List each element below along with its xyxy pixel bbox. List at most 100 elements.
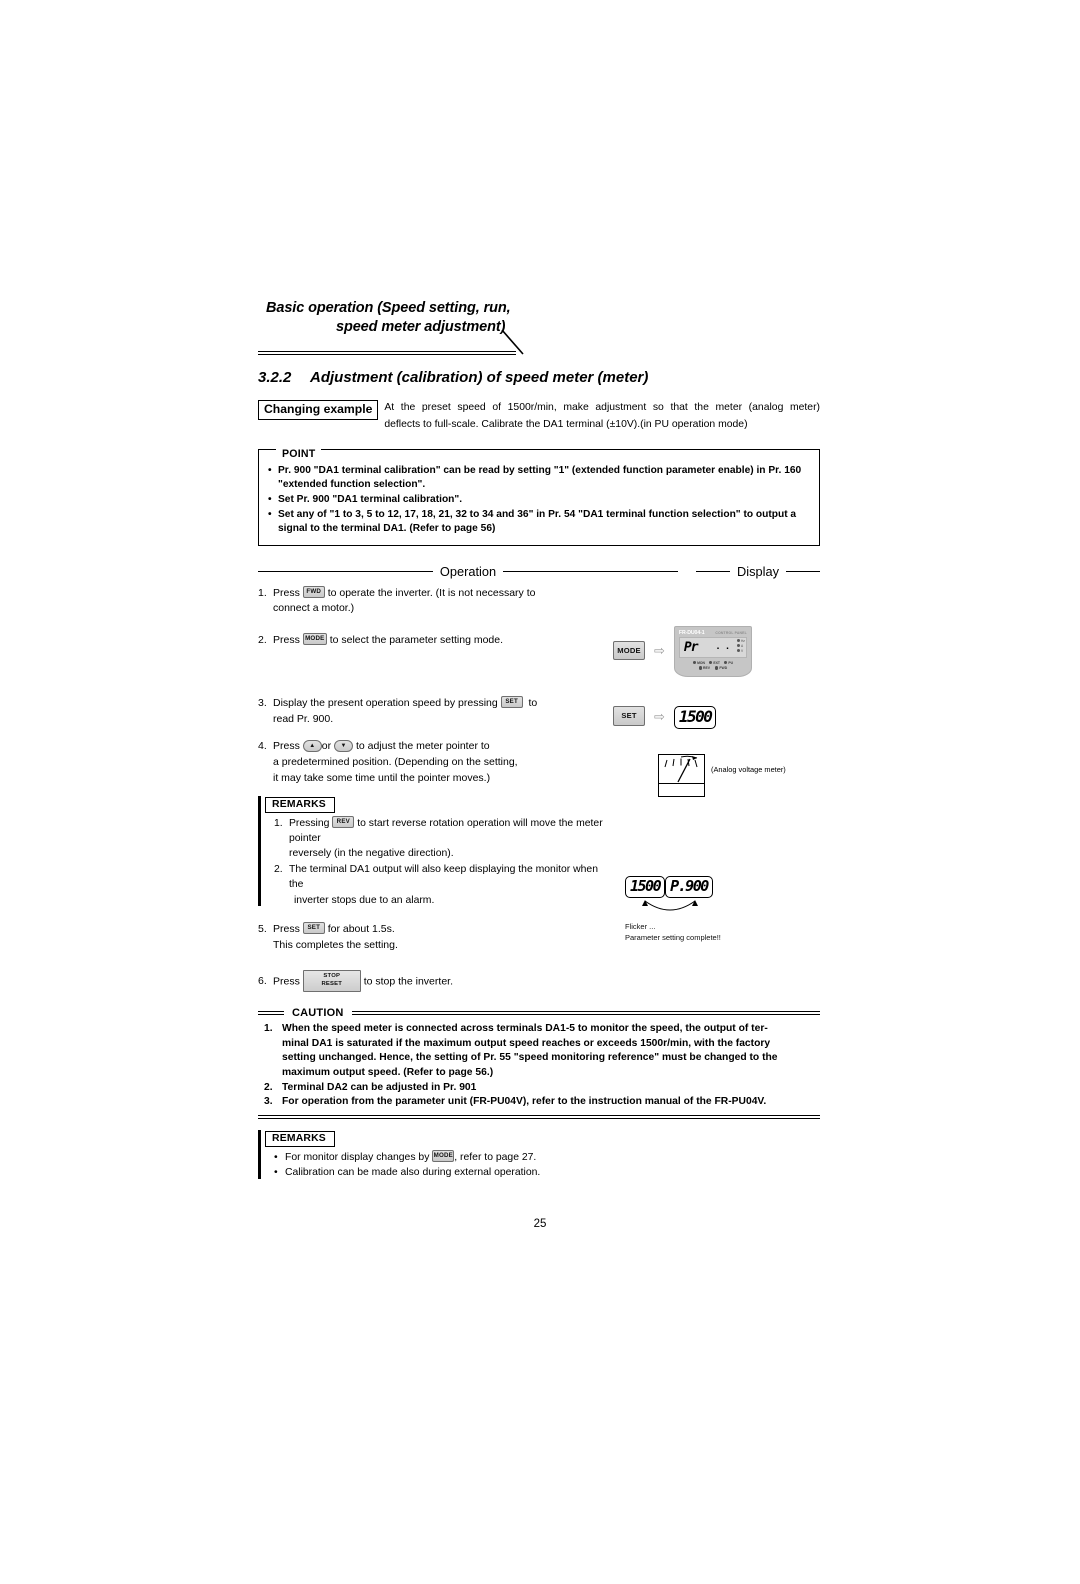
analog-meter-caption: (Analog voltage meter) <box>711 764 786 774</box>
led-dot-icon <box>698 666 703 670</box>
step-2-pre: Press <box>273 634 300 647</box>
reset-label: RESET <box>321 980 343 987</box>
caution-item-1-line-3: setting unchanged. Hence, the setting of… <box>282 1052 778 1064</box>
caution-item-3: 3. For operation from the parameter unit… <box>258 1095 820 1110</box>
step-6-pre: Press <box>273 976 300 989</box>
step-2-number: 2. <box>258 634 267 647</box>
step-6: 6. Press STOP RESET to stop the inverter. <box>258 970 613 993</box>
step-1-number: 1. <box>258 586 267 599</box>
remarks-middle-item-2: 2. The terminal DA1 output will also kee… <box>265 862 613 893</box>
caution-block: CAUTION 1. When the speed meter is conne… <box>258 1007 820 1119</box>
remarks-middle-item-1-line2-text: reversely (in the negative direction). <box>289 848 454 860</box>
caution-bottom-rule <box>258 1114 820 1119</box>
step-3-post: to <box>528 696 538 709</box>
step-5-pre: Press <box>273 922 300 935</box>
section-title-text: Adjustment (calibration) of speed meter … <box>310 369 649 386</box>
remarks-bottom-item-2-text: Calibration can be made also during exte… <box>285 1167 541 1179</box>
remarks-middle-item-2-line2: inverter stops due to an alarm. <box>265 893 613 908</box>
panel-brand-label: FR-DU04-1 <box>679 630 705 636</box>
flicker-line-1: Flicker ... <box>625 921 656 931</box>
rev-key[interactable]: REV <box>332 815 355 828</box>
caution-item-1-line-2: minal DA1 is saturated if the maximum ou… <box>282 1037 771 1049</box>
display-step-4: (Analog voltage meter) <box>658 753 786 797</box>
remarks-bottom-item-1-pre: For monitor display changes by <box>285 1151 430 1163</box>
panel-brand: FR-DU04- <box>678 629 702 636</box>
up-arrow-key[interactable]: ▲ <box>302 739 322 752</box>
caution-item-3-number: 3. <box>264 1096 273 1108</box>
led-fwd-label: FWD <box>719 666 728 671</box>
panel-top-labels: FR-DU04-1 CONTROL PANEL <box>679 630 747 636</box>
right-arrow-icon: ⇨ <box>654 709 665 725</box>
stop-reset-key[interactable]: STOP RESET <box>302 970 361 993</box>
header-slash-icon <box>501 330 527 355</box>
remarks-bottom: REMARKS • For monitor display changes by… <box>258 1128 820 1181</box>
step-2-post: to select the parameter setting mode. <box>329 634 504 647</box>
unit-hz-label: Hz <box>741 638 745 643</box>
led-pu-label: PU <box>728 660 734 665</box>
flicker-arc-icon <box>639 899 721 919</box>
caution-rule-right <box>351 1011 820 1016</box>
step-3-number: 3. <box>258 696 267 709</box>
rule-display-right <box>786 570 821 572</box>
caution-item-2-number: 2. <box>264 1081 273 1093</box>
display-step-2: MODE ⇨ FR-DU04-1 CONTROL PANEL Pr . . Hz… <box>613 625 752 678</box>
bullet-icon: • <box>268 494 272 506</box>
mode-key-display[interactable]: MODE <box>613 640 645 661</box>
led-ext-label: EXT <box>713 660 720 665</box>
set-key[interactable]: SET <box>500 695 523 709</box>
lcd-readout-right: P.900 <box>665 875 713 898</box>
analog-meter-icon <box>658 753 705 797</box>
led-dot-icon <box>692 660 697 665</box>
led-dot-icon <box>737 644 740 648</box>
led-dot-icon <box>737 649 740 653</box>
mode-key[interactable]: MODE <box>432 1149 455 1163</box>
display-step-3: SET ⇨ 1500 <box>613 705 717 729</box>
led-dot-icon <box>737 639 740 643</box>
caution-item-2: 2. Terminal DA2 can be adjusted in Pr. 9… <box>258 1081 820 1096</box>
panel-brand-suffix: 1 <box>701 629 705 636</box>
set-key[interactable]: SET <box>302 922 325 935</box>
led-dot-icon <box>709 660 713 665</box>
step-6-post: to stop the inverter. <box>363 976 453 989</box>
changing-example-body: At the preset speed of 1500r/min, make a… <box>384 400 820 415</box>
changing-example-line1: At the preset speed of 1500r/min, make a… <box>384 402 820 413</box>
step-6-text: Press STOP RESET to stop the inverter. <box>273 970 613 993</box>
step-3-line2-text: read Pr. 900. <box>273 712 334 725</box>
flicker-line-2: Parameter setting complete!! <box>625 933 721 943</box>
remarks-bottom-item-1-post: , refer to page 27. <box>454 1151 537 1163</box>
led-fwd: FWD <box>715 666 727 670</box>
fwd-key[interactable]: FWD <box>302 585 325 598</box>
display-step-5: 1500 P.900 Flicker ... Parameter setting … <box>625 875 721 944</box>
step-5-post: for about 1.5s. <box>327 922 395 935</box>
lcd-pair: 1500 P.900 <box>625 875 721 898</box>
point-block: POINT • Pr. 900 "DA1 terminal calibratio… <box>258 448 820 546</box>
caution-item-1-text: When the speed meter is connected across… <box>282 1022 820 1080</box>
point-item: • Pr. 900 "DA1 terminal calibration" can… <box>268 464 810 492</box>
rule-display-left <box>696 570 731 572</box>
caution-item-1: 1. When the speed meter is connected acr… <box>258 1022 820 1080</box>
step-5-text: Press SET for about 1.5s. <box>273 922 613 938</box>
unit-v: V <box>737 649 745 653</box>
section-title: 3.2.2 Adjustment (calibration) of speed m… <box>258 369 820 386</box>
remarks-bottom-tag: REMARKS <box>265 1130 335 1147</box>
remarks-bottom-item-1: • For monitor display changes by MODE, r… <box>265 1149 820 1165</box>
changing-example-block: Changing example At the preset speed of … <box>258 400 820 432</box>
point-item-text: Pr. 900 "DA1 terminal calibration" can b… <box>278 465 802 491</box>
point-item: • Set any of "1 to 3, 5 to 12, 17, 18, 2… <box>268 508 810 536</box>
point-item-text: Set Pr. 900 "DA1 terminal calibration". <box>278 494 463 506</box>
lcd-readout-left: 1500 <box>625 875 666 898</box>
down-arrow-key[interactable]: ▼ <box>334 739 354 752</box>
step-5-line2-text: This completes the setting. <box>273 938 398 951</box>
point-item: • Set Pr. 900 "DA1 terminal calibration"… <box>268 493 810 507</box>
remarks-vertical-bar <box>258 1129 262 1179</box>
panel-segment-value: Pr <box>683 639 699 655</box>
rule-left <box>258 570 433 572</box>
panel-led-row-1: MON EXT PU <box>679 661 747 665</box>
unit-a: A <box>737 644 745 648</box>
led-pu: PU <box>724 661 733 665</box>
set-key-display[interactable]: SET <box>613 706 645 727</box>
mode-key[interactable]: MODE <box>302 633 327 646</box>
step-6-number: 6. <box>258 975 267 988</box>
remarks-middle-item-1-line2: reversely (in the negative direction). <box>265 846 613 861</box>
